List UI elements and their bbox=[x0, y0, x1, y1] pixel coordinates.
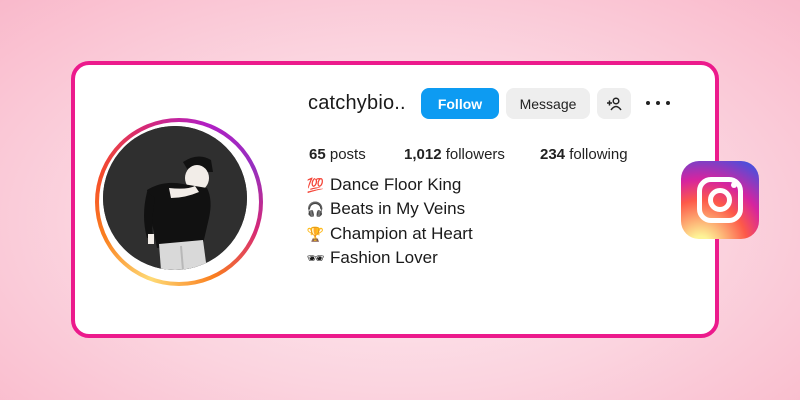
bio-text: Champion at Heart bbox=[330, 224, 473, 243]
posts-count: 65 bbox=[309, 146, 326, 163]
followers-count: 1,012 bbox=[404, 146, 442, 163]
bio-text: Beats in My Veins bbox=[330, 199, 466, 218]
instagram-logo bbox=[681, 161, 759, 239]
message-button[interactable]: Message bbox=[506, 88, 590, 119]
follow-button[interactable]: Follow bbox=[421, 88, 499, 119]
posts-label: posts bbox=[329, 146, 366, 163]
followers-stat[interactable]: 1,012 followers bbox=[404, 146, 505, 163]
sunglasses-icon: 🕶 bbox=[306, 249, 325, 266]
bio-line: 🏆 Champion at Heart bbox=[306, 224, 473, 244]
avatar-illustration bbox=[103, 126, 247, 270]
bio-line: 💯 Dance Floor King bbox=[306, 175, 462, 195]
followers-label: followers bbox=[445, 146, 505, 163]
story-ring[interactable] bbox=[95, 118, 263, 286]
following-stat[interactable]: 234 following bbox=[540, 146, 628, 163]
following-label: following bbox=[569, 146, 628, 163]
trophy-icon: 🏆 bbox=[306, 225, 325, 242]
more-options-icon[interactable] bbox=[646, 93, 670, 113]
bio-line: 🎧 Beats in My Veins bbox=[306, 199, 465, 219]
headphones-icon: 🎧 bbox=[306, 200, 325, 217]
posts-stat[interactable]: 65 posts bbox=[309, 146, 366, 163]
following-count: 234 bbox=[540, 146, 566, 163]
hundred-points-icon: 💯 bbox=[306, 176, 325, 193]
bio-text: Dance Floor King bbox=[330, 175, 462, 194]
avatar[interactable] bbox=[103, 126, 247, 270]
add-user-icon bbox=[607, 96, 622, 110]
bio-text: Fashion Lover bbox=[330, 248, 438, 267]
bio-line: 🕶 Fashion Lover bbox=[306, 248, 438, 268]
add-user-button[interactable] bbox=[597, 88, 631, 119]
username: catchybio.. bbox=[308, 92, 406, 114]
